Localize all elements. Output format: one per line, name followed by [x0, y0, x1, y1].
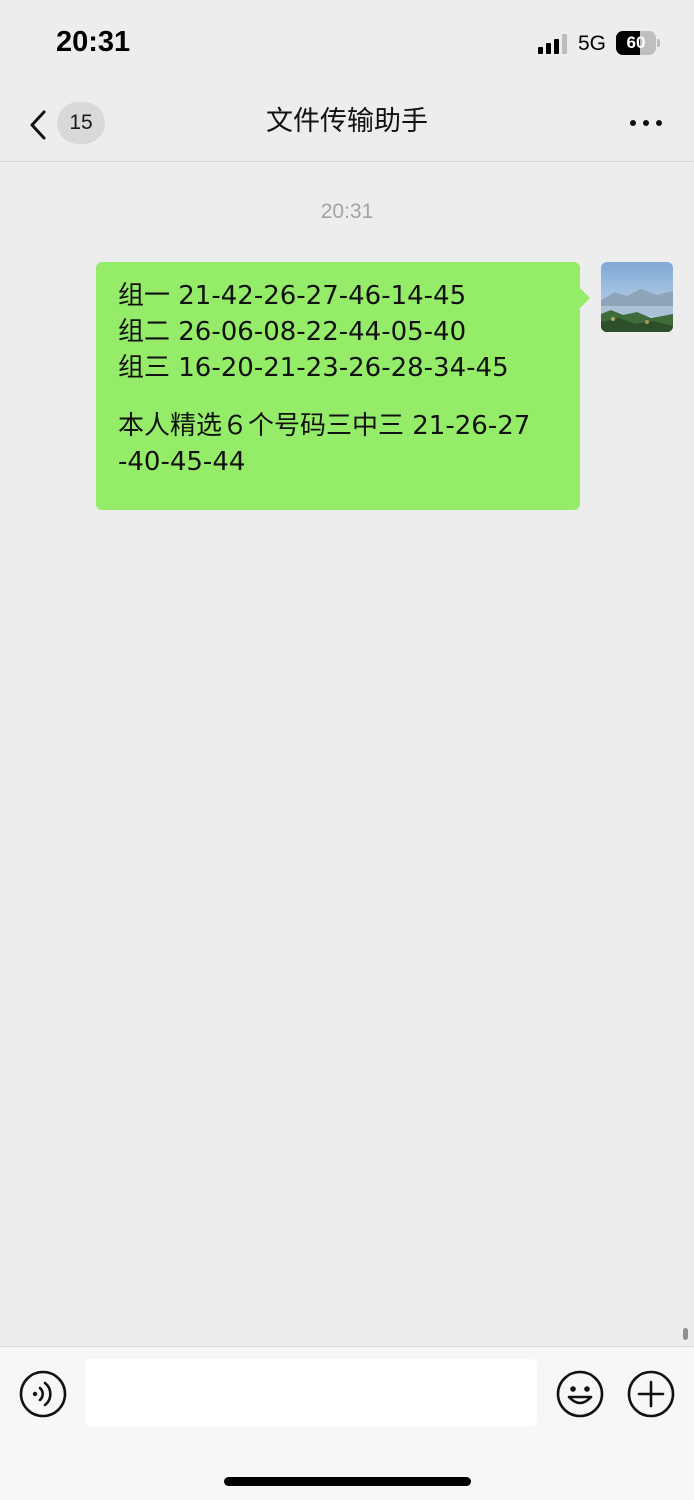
- emoji-button[interactable]: [555, 1369, 605, 1419]
- message-line: 组三 16-20-21-23-26-28-34-45: [118, 353, 509, 383]
- landscape-avatar-image: [601, 262, 673, 332]
- chat-screen: 20:31 5G 60 15 文件传输助手 20:31 组一 21-42-26-…: [0, 0, 694, 1500]
- battery-level-text: 60: [626, 33, 646, 52]
- status-time: 20:31: [56, 26, 131, 58]
- voice-input-button[interactable]: [18, 1369, 68, 1419]
- scroll-indicator[interactable]: [683, 1328, 688, 1340]
- battery-icon: 60: [616, 31, 662, 55]
- plus-icon: [627, 1370, 675, 1418]
- more-options-button[interactable]: [626, 110, 666, 136]
- more-functions-button[interactable]: [626, 1369, 676, 1419]
- back-chevron-icon: [30, 110, 46, 140]
- network-type-label: 5G: [578, 32, 607, 55]
- home-indicator[interactable]: [224, 1477, 471, 1486]
- signal-icon: [538, 34, 567, 54]
- bubble-tail: [580, 288, 590, 308]
- message-line: -40-45-44: [118, 447, 246, 477]
- emoji-smile-icon: [556, 1370, 604, 1418]
- unread-count-badge: 15: [57, 102, 105, 144]
- voice-icon: [19, 1370, 67, 1418]
- nav-bar: 15 文件传输助手: [0, 88, 694, 162]
- message-input[interactable]: [85, 1359, 537, 1426]
- message-timestamp: 20:31: [320, 200, 374, 223]
- more-dots-icon: [630, 120, 662, 126]
- message-line: 本人精选６个号码三中三 21-26-27: [118, 411, 531, 441]
- input-bar: [0, 1346, 694, 1500]
- avatar[interactable]: [601, 262, 673, 332]
- message-line: 组一 21-42-26-27-46-14-45: [118, 281, 467, 311]
- status-bar: 20:31 5G 60: [0, 0, 694, 88]
- chat-title: 文件传输助手: [266, 106, 428, 137]
- message-bubble[interactable]: 组一 21-42-26-27-46-14-45 组二 26-06-08-22-4…: [96, 262, 590, 510]
- message-line: 组二 26-06-08-22-44-05-40: [118, 317, 467, 347]
- back-button[interactable]: 15: [18, 100, 110, 148]
